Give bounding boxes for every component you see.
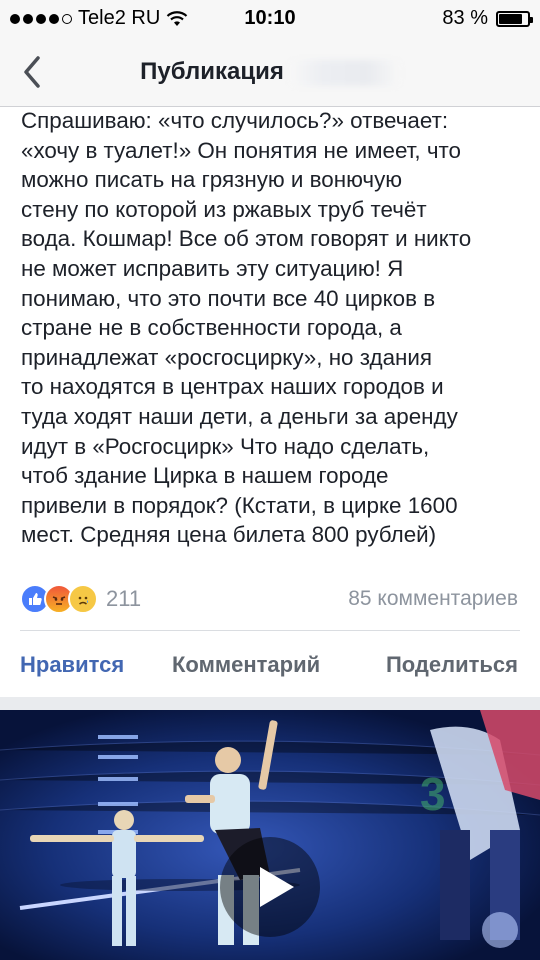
share-button[interactable]: Поделиться <box>386 652 518 678</box>
sad-icon <box>68 584 98 614</box>
divider <box>20 630 520 631</box>
battery-fill <box>499 13 523 24</box>
battery-icon <box>496 10 533 27</box>
page-title: Публикация <box>0 58 540 86</box>
battery-percent: 83 % <box>442 7 488 29</box>
status-right: 83 % <box>442 7 533 30</box>
comments-count[interactable]: 85 комментариев <box>348 587 518 611</box>
blurred-name <box>289 59 400 86</box>
svg-text:3: 3 <box>420 768 446 820</box>
page-title-text: Публикация <box>140 58 284 85</box>
navigation-bar: Публикация <box>0 38 540 107</box>
status-bar: Tele2 RU 10:10 83 % <box>0 0 540 38</box>
reactions-count: 211 <box>106 586 142 611</box>
video-player[interactable]: 3 <box>0 710 540 960</box>
reactions-summary[interactable]: 211 <box>20 584 141 614</box>
play-button[interactable] <box>220 837 320 937</box>
like-button[interactable]: Нравится <box>20 652 124 678</box>
post-actions: Нравится Комментарий Поделиться <box>0 652 540 682</box>
comment-button[interactable]: Комментарий <box>172 652 320 678</box>
feed-separator <box>0 697 540 710</box>
play-icon <box>260 867 294 907</box>
post-text: Спрашиваю: «что случилось?» отвечает: «х… <box>21 108 472 548</box>
